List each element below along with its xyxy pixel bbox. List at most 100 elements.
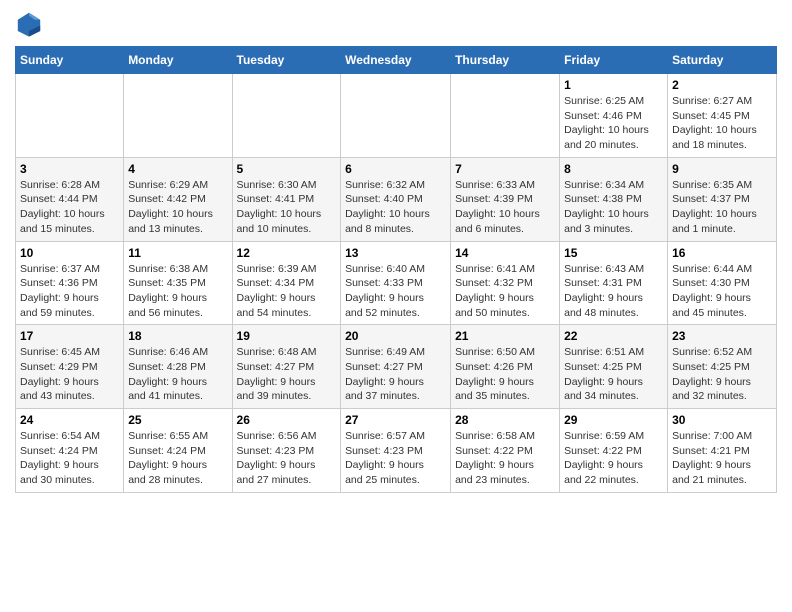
- calendar-cell: 10 Sunrise: 6:37 AMSunset: 4:36 PMDayligh…: [16, 241, 124, 325]
- day-info: Sunrise: 6:38 AMSunset: 4:35 PMDaylight:…: [128, 262, 227, 321]
- calendar-cell: 23 Sunrise: 6:52 AMSunset: 4:25 PMDayligh…: [668, 325, 777, 409]
- calendar-cell: 5 Sunrise: 6:30 AMSunset: 4:41 PMDaylight…: [232, 157, 341, 241]
- day-number: 27: [345, 413, 446, 427]
- calendar: SundayMondayTuesdayWednesdayThursdayFrid…: [15, 46, 777, 493]
- calendar-cell: 25 Sunrise: 6:55 AMSunset: 4:24 PMDayligh…: [124, 409, 232, 493]
- day-number: 2: [672, 78, 772, 92]
- calendar-cell: 29 Sunrise: 6:59 AMSunset: 4:22 PMDayligh…: [560, 409, 668, 493]
- day-info: Sunrise: 6:33 AMSunset: 4:39 PMDaylight:…: [455, 178, 555, 237]
- day-info: Sunrise: 6:27 AMSunset: 4:45 PMDaylight:…: [672, 94, 772, 153]
- day-info: Sunrise: 6:50 AMSunset: 4:26 PMDaylight:…: [455, 345, 555, 404]
- day-info: Sunrise: 6:44 AMSunset: 4:30 PMDaylight:…: [672, 262, 772, 321]
- calendar-cell: 12Sunrise: 6:39 AMSunset: 4:34 PMDayligh…: [232, 241, 341, 325]
- day-info: Sunrise: 6:29 AMSunset: 4:42 PMDaylight:…: [128, 178, 227, 237]
- calendar-day-header: Thursday: [451, 47, 560, 74]
- calendar-cell: 9 Sunrise: 6:35 AMSunset: 4:37 PMDaylight…: [668, 157, 777, 241]
- day-info: Sunrise: 6:57 AMSunset: 4:23 PMDaylight:…: [345, 429, 446, 488]
- calendar-cell: 24 Sunrise: 6:54 AMSunset: 4:24 PMDayligh…: [16, 409, 124, 493]
- day-number: 28: [455, 413, 555, 427]
- day-number: 9: [672, 162, 772, 176]
- day-info: Sunrise: 6:59 AMSunset: 4:22 PMDaylight:…: [564, 429, 663, 488]
- calendar-week-row: 1 Sunrise: 6:25 AMSunset: 4:46 PMDaylight…: [16, 74, 777, 158]
- day-info: Sunrise: 6:30 AMSunset: 4:41 PMDaylight:…: [237, 178, 337, 237]
- day-info: Sunrise: 6:48 AMSunset: 4:27 PMDaylight:…: [237, 345, 337, 404]
- calendar-cell: 17 Sunrise: 6:45 AMSunset: 4:29 PMDayligh…: [16, 325, 124, 409]
- day-number: 25: [128, 413, 227, 427]
- calendar-day-header: Friday: [560, 47, 668, 74]
- calendar-cell: [124, 74, 232, 158]
- calendar-cell: 11 Sunrise: 6:38 AMSunset: 4:35 PMDayligh…: [124, 241, 232, 325]
- day-info: Sunrise: 6:37 AMSunset: 4:36 PMDaylight:…: [20, 262, 119, 321]
- calendar-cell: [341, 74, 451, 158]
- day-number: 24: [20, 413, 119, 427]
- calendar-cell: 4 Sunrise: 6:29 AMSunset: 4:42 PMDaylight…: [124, 157, 232, 241]
- calendar-day-header: Monday: [124, 47, 232, 74]
- day-info: Sunrise: 6:39 AMSunset: 4:34 PMDaylight:…: [237, 262, 337, 321]
- calendar-week-row: 3 Sunrise: 6:28 AMSunset: 4:44 PMDaylight…: [16, 157, 777, 241]
- calendar-header-row: SundayMondayTuesdayWednesdayThursdayFrid…: [16, 47, 777, 74]
- day-number: 1: [564, 78, 663, 92]
- calendar-cell: 20 Sunrise: 6:49 AMSunset: 4:27 PMDayligh…: [341, 325, 451, 409]
- day-number: 6: [345, 162, 446, 176]
- day-info: Sunrise: 6:41 AMSunset: 4:32 PMDaylight:…: [455, 262, 555, 321]
- day-info: Sunrise: 6:49 AMSunset: 4:27 PMDaylight:…: [345, 345, 446, 404]
- day-number: 4: [128, 162, 227, 176]
- logo: [15, 10, 47, 38]
- day-number: 7: [455, 162, 555, 176]
- calendar-day-header: Wednesday: [341, 47, 451, 74]
- calendar-cell: 8 Sunrise: 6:34 AMSunset: 4:38 PMDaylight…: [560, 157, 668, 241]
- calendar-cell: 3 Sunrise: 6:28 AMSunset: 4:44 PMDaylight…: [16, 157, 124, 241]
- day-info: Sunrise: 7:00 AMSunset: 4:21 PMDaylight:…: [672, 429, 772, 488]
- day-info: Sunrise: 6:55 AMSunset: 4:24 PMDaylight:…: [128, 429, 227, 488]
- calendar-cell: [232, 74, 341, 158]
- day-info: Sunrise: 6:25 AMSunset: 4:46 PMDaylight:…: [564, 94, 663, 153]
- day-number: 23: [672, 329, 772, 343]
- day-number: 20: [345, 329, 446, 343]
- day-number: 21: [455, 329, 555, 343]
- calendar-cell: 14 Sunrise: 6:41 AMSunset: 4:32 PMDayligh…: [451, 241, 560, 325]
- calendar-cell: 7 Sunrise: 6:33 AMSunset: 4:39 PMDaylight…: [451, 157, 560, 241]
- day-number: 3: [20, 162, 119, 176]
- calendar-day-header: Sunday: [16, 47, 124, 74]
- day-number: 19: [237, 329, 337, 343]
- calendar-cell: 21 Sunrise: 6:50 AMSunset: 4:26 PMDayligh…: [451, 325, 560, 409]
- day-number: 5: [237, 162, 337, 176]
- day-number: 17: [20, 329, 119, 343]
- calendar-cell: 13Sunrise: 6:40 AMSunset: 4:33 PMDayligh…: [341, 241, 451, 325]
- calendar-day-header: Saturday: [668, 47, 777, 74]
- day-number: 30: [672, 413, 772, 427]
- calendar-week-row: 17 Sunrise: 6:45 AMSunset: 4:29 PMDayligh…: [16, 325, 777, 409]
- day-info: Sunrise: 6:52 AMSunset: 4:25 PMDaylight:…: [672, 345, 772, 404]
- day-info: Sunrise: 6:54 AMSunset: 4:24 PMDaylight:…: [20, 429, 119, 488]
- calendar-cell: [451, 74, 560, 158]
- day-number: 8: [564, 162, 663, 176]
- calendar-week-row: 24 Sunrise: 6:54 AMSunset: 4:24 PMDayligh…: [16, 409, 777, 493]
- day-info: Sunrise: 6:40 AMSunset: 4:33 PMDaylight:…: [345, 262, 446, 321]
- calendar-cell: 22Sunrise: 6:51 AMSunset: 4:25 PMDayligh…: [560, 325, 668, 409]
- calendar-cell: 27 Sunrise: 6:57 AMSunset: 4:23 PMDayligh…: [341, 409, 451, 493]
- calendar-cell: 28 Sunrise: 6:58 AMSunset: 4:22 PMDayligh…: [451, 409, 560, 493]
- calendar-cell: 15Sunrise: 6:43 AMSunset: 4:31 PMDayligh…: [560, 241, 668, 325]
- day-number: 11: [128, 246, 227, 260]
- calendar-cell: 18 Sunrise: 6:46 AMSunset: 4:28 PMDayligh…: [124, 325, 232, 409]
- header: [15, 10, 777, 38]
- day-number: 15: [564, 246, 663, 260]
- day-info: Sunrise: 6:58 AMSunset: 4:22 PMDaylight:…: [455, 429, 555, 488]
- day-number: 29: [564, 413, 663, 427]
- calendar-cell: 16Sunrise: 6:44 AMSunset: 4:30 PMDayligh…: [668, 241, 777, 325]
- calendar-day-header: Tuesday: [232, 47, 341, 74]
- logo-icon: [15, 10, 43, 38]
- day-info: Sunrise: 6:45 AMSunset: 4:29 PMDaylight:…: [20, 345, 119, 404]
- day-number: 10: [20, 246, 119, 260]
- day-number: 26: [237, 413, 337, 427]
- day-number: 18: [128, 329, 227, 343]
- calendar-cell: 26Sunrise: 6:56 AMSunset: 4:23 PMDayligh…: [232, 409, 341, 493]
- day-info: Sunrise: 6:28 AMSunset: 4:44 PMDaylight:…: [20, 178, 119, 237]
- day-info: Sunrise: 6:34 AMSunset: 4:38 PMDaylight:…: [564, 178, 663, 237]
- calendar-cell: 1 Sunrise: 6:25 AMSunset: 4:46 PMDaylight…: [560, 74, 668, 158]
- calendar-cell: 2 Sunrise: 6:27 AMSunset: 4:45 PMDaylight…: [668, 74, 777, 158]
- day-number: 14: [455, 246, 555, 260]
- day-info: Sunrise: 6:35 AMSunset: 4:37 PMDaylight:…: [672, 178, 772, 237]
- calendar-cell: 19 Sunrise: 6:48 AMSunset: 4:27 PMDayligh…: [232, 325, 341, 409]
- day-info: Sunrise: 6:46 AMSunset: 4:28 PMDaylight:…: [128, 345, 227, 404]
